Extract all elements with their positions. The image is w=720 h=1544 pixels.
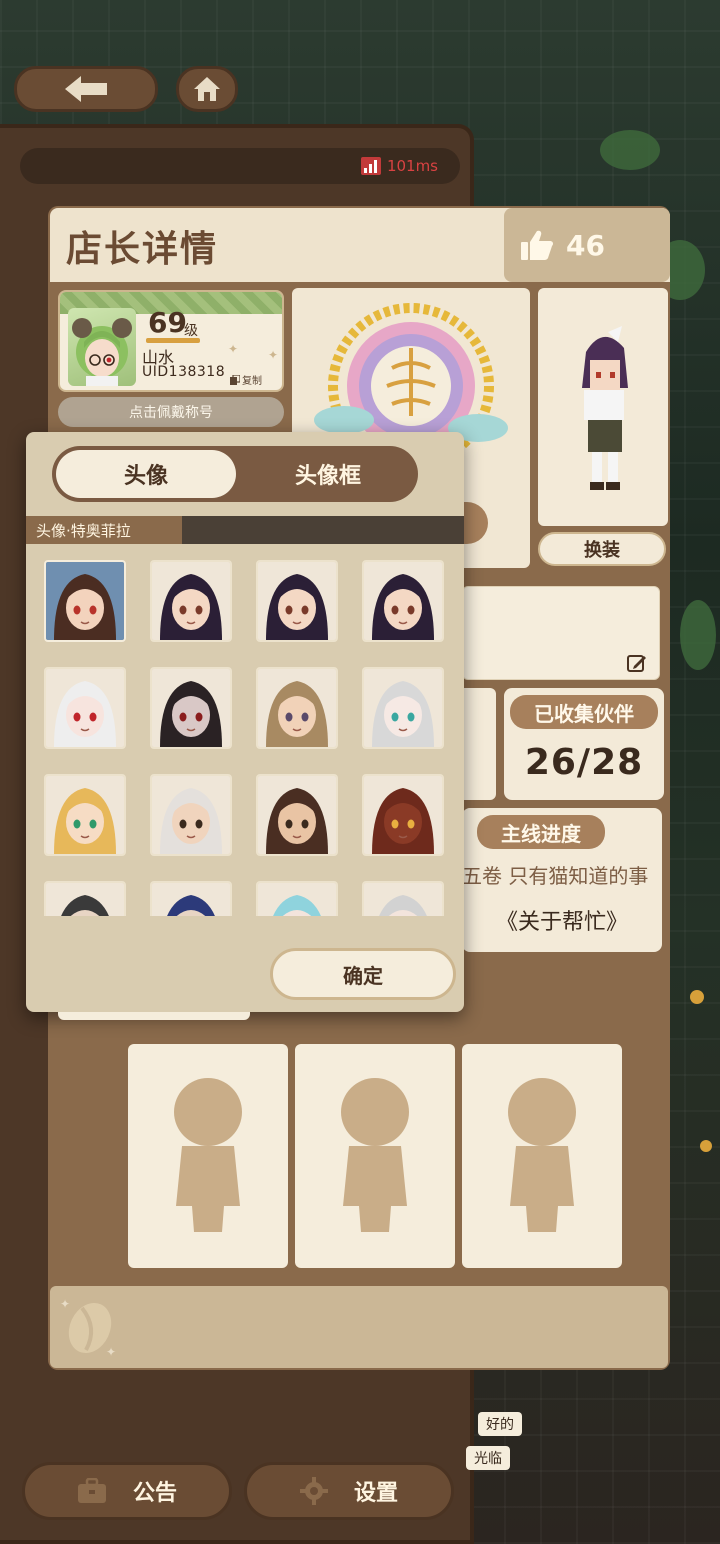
character-sprite [582,326,628,490]
coffee-bean-bar: ✦ ✦ [50,1286,668,1368]
home-icon [194,77,220,101]
story-chapter: 《关于帮忙》 [495,910,628,935]
partner-slot[interactable] [462,1044,622,1268]
selected-avatar-label: 头像·特奥菲拉 [26,516,182,544]
chat-bubble: 好的 [478,1412,522,1436]
avatar-option[interactable] [44,774,126,856]
avatar-portrait [258,883,336,916]
avatar-option[interactable] [362,667,444,749]
announcement-button[interactable]: 公告 [22,1462,232,1520]
back-arrow-icon [65,76,107,102]
edit-icon [627,655,646,672]
confirm-button[interactable]: 确定 [270,948,456,1000]
avatar-option[interactable] [362,560,444,642]
avatar-portrait [152,776,230,854]
like-button[interactable]: 46 [504,208,670,282]
svg-text:✦: ✦ [106,1345,116,1359]
back-button[interactable] [14,66,158,112]
collection-count: 26/28 [524,742,644,783]
avatar-option[interactable] [256,667,338,749]
settings-button[interactable]: 设置 [244,1462,454,1520]
home-button[interactable] [176,66,238,112]
avatar-portrait [46,562,124,640]
dialog-shadow-edge [58,1012,250,1020]
network-status: 101ms [20,148,460,184]
sparkle-icon: ✦ [268,348,279,362]
user-id: UID138318 [142,364,226,380]
level-unit: 级 [184,323,198,339]
copy-uid-button[interactable]: 复制 [230,372,262,387]
change-outfit-button[interactable]: 换装 [538,532,666,566]
svg-text:✦: ✦ [60,1297,70,1311]
avatar-portrait [364,562,442,640]
person-silhouette-icon [341,1078,409,1232]
avatar-option[interactable] [150,774,232,856]
avatar-grid [36,556,456,916]
avatar-option[interactable] [256,560,338,642]
avatar-portrait [364,883,442,916]
avatar-option[interactable] [150,667,232,749]
sparkle-icon: ✦ [228,342,239,356]
avatar-portrait [258,776,336,854]
person-silhouette-icon [508,1078,576,1232]
avatar-portrait [72,318,132,386]
plant-decoration [600,130,660,170]
coffee-bean-icon: ✦ ✦ [60,1297,116,1359]
avatar-option[interactable] [44,667,126,749]
tab-avatar[interactable]: 头像 [56,450,236,498]
partner-slot[interactable] [128,1044,288,1268]
avatar-portrait [46,669,124,747]
avatar-option[interactable] [256,774,338,856]
avatar-portrait [46,883,124,916]
avatar-option[interactable] [150,560,232,642]
character-card [538,288,668,526]
copy-icon [230,374,240,385]
tab-avatar-frame[interactable]: 头像框 [240,450,416,498]
wear-title-button[interactable]: 点击佩戴称号 [58,397,284,427]
avatar-portrait [364,776,442,854]
thumbs-up-icon [521,230,554,260]
avatar-option[interactable] [362,881,444,916]
avatar-option[interactable] [44,881,126,916]
collection-label: 已收集伙伴 [510,695,658,729]
partner-slot[interactable] [295,1044,455,1268]
avatar-portrait [152,562,230,640]
signature-box[interactable] [462,586,660,680]
briefcase-icon [77,1478,106,1503]
profile-card: 69 级 山水 UID138318 复制 ✦ ✦ [58,290,284,392]
avatar[interactable] [68,308,136,386]
copy-label: 复制 [242,376,262,387]
like-count: 46 [566,228,605,262]
avatar-portrait [152,883,230,916]
flower-decoration [690,990,704,1004]
settings-label: 设置 [353,1481,398,1506]
plant-decoration [680,600,716,670]
signal-icon [360,157,381,175]
story-volume: 五卷 只有猫知道的事 [462,864,649,888]
story-label: 主线进度 [477,815,605,849]
avatar-portrait [46,776,124,854]
avatar-portrait [152,669,230,747]
avatar-option[interactable] [256,881,338,916]
chat-bubble: 光临 [466,1446,510,1470]
ping-value: 101ms [386,157,438,175]
announcement-label: 公告 [132,1481,177,1506]
page-title: 店长详情 [66,229,219,270]
avatar-option[interactable] [44,560,126,642]
level-progress [146,338,200,343]
gear-icon [299,1477,328,1505]
stats-side-card [462,688,496,800]
avatar-portrait [258,562,336,640]
person-silhouette-icon [174,1078,242,1232]
avatar-option[interactable] [150,881,232,916]
avatar-option[interactable] [362,774,444,856]
avatar-portrait [258,669,336,747]
level-number: 69 [148,306,187,339]
avatar-portrait [364,669,442,747]
flower-decoration [700,1140,712,1152]
